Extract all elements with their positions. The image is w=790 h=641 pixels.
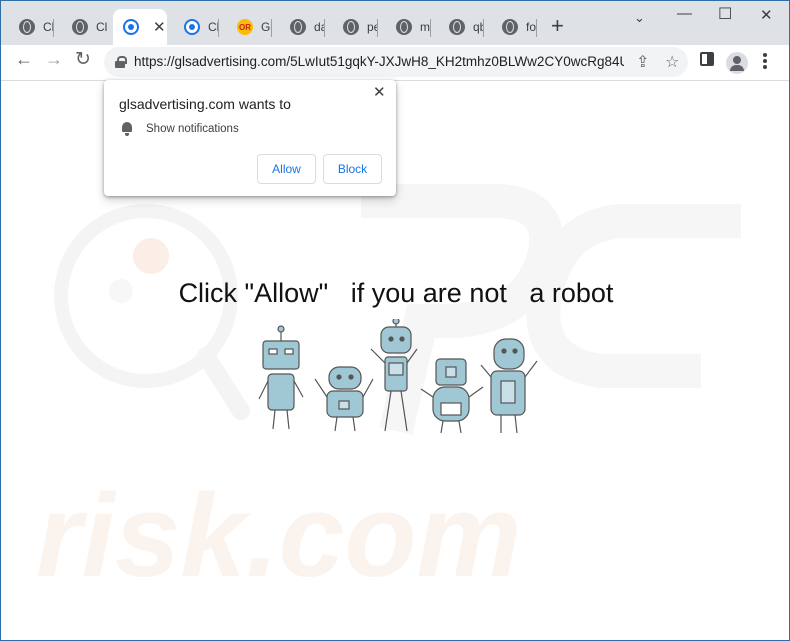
globe-icon [290, 19, 306, 35]
toolbar: ← → ↻ https://glsadvertising.com/5LwIut5… [1, 45, 789, 81]
block-button[interactable]: Block [323, 154, 382, 184]
tab[interactable]: Clic [1, 9, 54, 45]
globe-icon [502, 19, 518, 35]
close-tab-icon[interactable]: ✕ [153, 18, 166, 36]
tab[interactable]: OR Ge [219, 9, 272, 45]
globe-icon [72, 19, 88, 35]
tab-search-icon[interactable]: ⌄ [634, 10, 645, 26]
new-tab-icon[interactable]: + [551, 13, 564, 39]
globe-icon [343, 19, 359, 35]
loading-icon [123, 19, 139, 35]
tab-separator [536, 19, 537, 37]
reload-icon[interactable]: ↻ [75, 48, 91, 71]
globe-icon [396, 19, 412, 35]
globe-icon [19, 19, 35, 35]
tab[interactable]: ma [378, 9, 431, 45]
address-bar[interactable]: https://glsadvertising.com/5LwIut51gqkY-… [104, 47, 688, 77]
or-icon: OR [237, 19, 253, 35]
close-window-icon[interactable]: ✕ [760, 6, 773, 24]
minimize-icon[interactable]: — [677, 5, 692, 22]
share-icon[interactable]: ⇪ [636, 52, 649, 72]
popup-title: glsadvertising.com wants to [119, 96, 291, 112]
robots-illustration [258, 319, 538, 434]
tab[interactable]: dav [272, 9, 325, 45]
profile-avatar-icon[interactable] [726, 52, 748, 74]
browser-window: Clic Clic ✕ Clic OR Ge dav pep [0, 0, 790, 641]
tab[interactable]: pep [325, 9, 378, 45]
tab-title: Clic [96, 20, 107, 34]
notification-permission-popup: glsadvertising.com wants to ✕ Show notif… [104, 80, 396, 196]
tab-strip: Clic Clic ✕ Clic OR Ge dav pep [1, 1, 789, 45]
tab[interactable]: Clic [54, 9, 107, 45]
tab[interactable]: Clic [166, 9, 219, 45]
lock-icon[interactable] [115, 56, 127, 68]
kebab-menu-icon[interactable] [763, 53, 767, 69]
allow-button[interactable]: Allow [257, 154, 316, 184]
svg-text:risk.com: risk.com [36, 470, 521, 602]
close-icon[interactable]: ✕ [373, 83, 386, 101]
globe-icon [449, 19, 465, 35]
side-panel-icon[interactable] [700, 52, 714, 66]
maximize-icon[interactable]: ☐ [718, 4, 732, 24]
back-icon[interactable]: ← [15, 49, 33, 70]
tab-active[interactable]: ✕ [113, 9, 167, 45]
url-text[interactable]: https://glsadvertising.com/5LwIut51gqkY-… [134, 54, 624, 69]
tab[interactable]: fora [484, 9, 537, 45]
bookmark-star-icon[interactable]: ☆ [665, 52, 679, 72]
tab[interactable]: qby [431, 9, 484, 45]
forward-icon[interactable]: → [45, 49, 63, 70]
headline: Click "Allow" if you are not a robot [178, 278, 614, 308]
permission-label: Show notifications [146, 123, 239, 135]
bell-icon [121, 122, 133, 136]
site-icon [184, 19, 200, 35]
